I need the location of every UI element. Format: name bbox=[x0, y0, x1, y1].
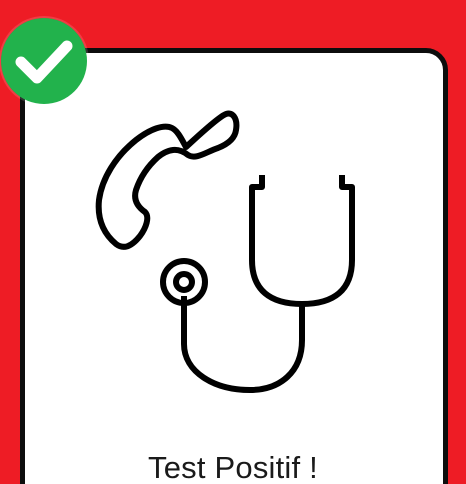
telephone-handset-icon bbox=[95, 110, 240, 250]
result-caption: Test Positif ! bbox=[148, 450, 318, 484]
checkmark-icon bbox=[1, 18, 87, 104]
stethoscope-icon bbox=[160, 175, 355, 393]
checkmark-badge bbox=[1, 18, 87, 104]
